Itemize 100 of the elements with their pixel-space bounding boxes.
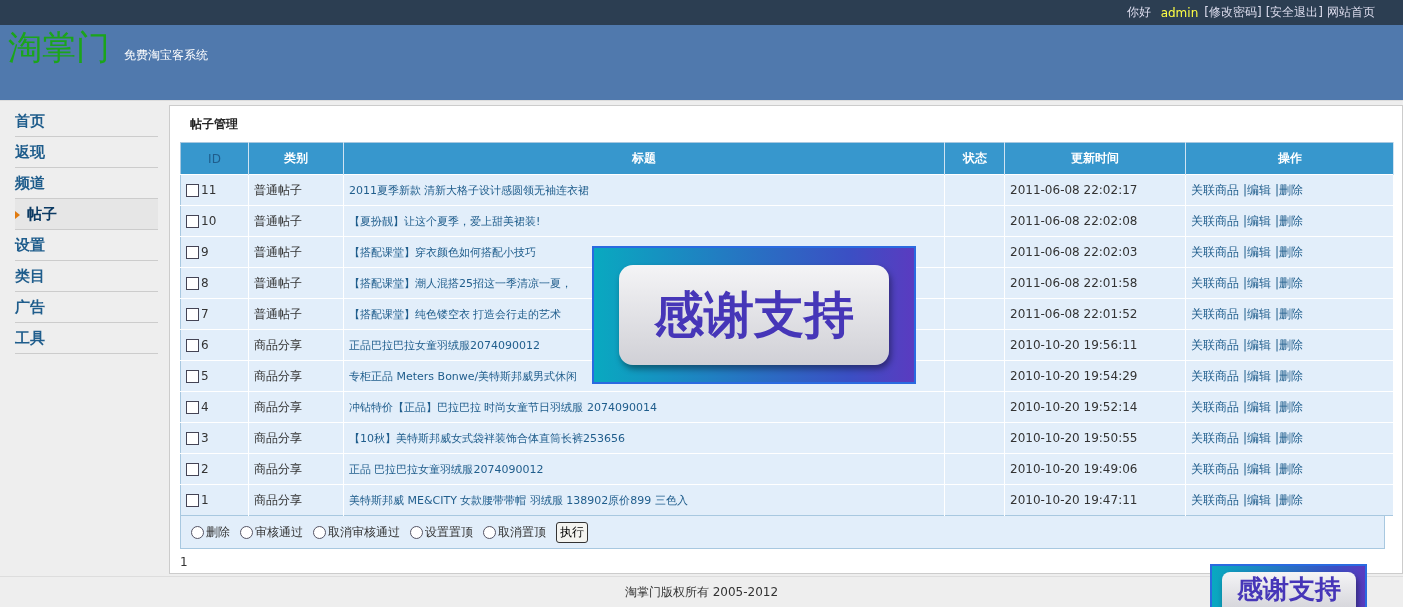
sidebar-item[interactable]: 返现: [15, 137, 158, 168]
action-link[interactable]: |删除: [1275, 182, 1304, 197]
radio-button[interactable]: [191, 525, 204, 539]
action-link[interactable]: 关联商品: [1191, 275, 1239, 290]
action-link[interactable]: |删除: [1275, 399, 1304, 414]
category-cell: 普通帖子: [248, 174, 344, 206]
action-link[interactable]: |删除: [1275, 275, 1304, 290]
action-link[interactable]: |编辑: [1243, 399, 1272, 414]
ad-banner[interactable]: 感谢支持: [1210, 564, 1367, 607]
action-link[interactable]: 关联商品: [1191, 461, 1239, 476]
id-cell: 4: [180, 391, 249, 423]
option-label: 取消审核通过: [328, 523, 400, 541]
title-link[interactable]: 【搭配课堂】潮人混搭25招这一季清凉一夏，: [349, 276, 572, 290]
row-checkbox[interactable]: [186, 494, 199, 507]
title-link[interactable]: 【搭配课堂】纯色镂空衣 打造会行走的艺术: [349, 307, 562, 321]
id-cell: 5: [180, 360, 249, 392]
batch-option[interactable]: 取消置顶: [483, 523, 546, 541]
top-link[interactable]: [安全退出]: [1265, 4, 1323, 21]
action-link[interactable]: 关联商品: [1191, 182, 1239, 197]
option-label: 设置置顶: [425, 523, 473, 541]
row-checkbox[interactable]: [186, 215, 199, 228]
id-cell: 2: [180, 453, 249, 485]
action-link[interactable]: |编辑: [1243, 306, 1272, 321]
top-link[interactable]: [修改密码]: [1204, 4, 1262, 21]
copyright-text: 淘掌门版权所有 2005-2012: [624, 583, 779, 601]
action-link[interactable]: |编辑: [1243, 182, 1272, 197]
option-label: 审核通过: [255, 523, 303, 541]
radio-button[interactable]: [313, 525, 326, 539]
title-link[interactable]: 【夏扮靓】让这个夏季，爱上甜美裙装!: [349, 214, 541, 228]
sidebar-item[interactable]: 广告: [15, 292, 158, 323]
action-link[interactable]: 关联商品: [1191, 368, 1239, 383]
batch-option[interactable]: 设置置顶: [410, 523, 473, 541]
action-link[interactable]: |删除: [1275, 461, 1304, 476]
row-checkbox[interactable]: [186, 308, 199, 321]
sidebar-item[interactable]: 首页: [15, 106, 158, 137]
column-header: 类别: [248, 142, 344, 175]
radio-button[interactable]: [240, 525, 253, 539]
time-cell: 2010-10-20 19:49:06: [1004, 453, 1186, 485]
action-link[interactable]: 关联商品: [1191, 213, 1239, 228]
execute-button[interactable]: 执行: [556, 521, 588, 543]
option-label: 删除: [206, 523, 230, 541]
time-cell: 2010-10-20 19:54:29: [1004, 360, 1186, 392]
action-link[interactable]: |编辑: [1243, 492, 1272, 507]
title-link[interactable]: 2011夏季新款 清新大格子设计感圆领无袖连衣裙: [349, 183, 590, 197]
action-link[interactable]: 关联商品: [1191, 399, 1239, 414]
action-link[interactable]: |编辑: [1243, 275, 1272, 290]
row-checkbox[interactable]: [186, 277, 199, 290]
title-link[interactable]: 专柜正品 Meters Bonwe/美特斯邦威男式休闲: [349, 369, 578, 383]
id-cell: 1: [180, 484, 249, 516]
top-link[interactable]: 网站首页: [1327, 4, 1375, 21]
action-link[interactable]: |删除: [1275, 213, 1304, 228]
option-label: 取消置顶: [498, 523, 546, 541]
ad-banner[interactable]: 感谢支持: [592, 246, 916, 384]
column-header: 操作: [1185, 142, 1394, 175]
sidebar-item[interactable]: 帖子: [15, 199, 158, 230]
action-link[interactable]: |删除: [1275, 337, 1304, 352]
action-link[interactable]: 关联商品: [1191, 430, 1239, 445]
row-checkbox[interactable]: [186, 370, 199, 383]
radio-button[interactable]: [410, 525, 423, 539]
id-cell: 10: [180, 205, 249, 237]
category-cell: 商品分享: [248, 484, 344, 516]
batch-option[interactable]: 取消审核通过: [313, 523, 400, 541]
action-link[interactable]: 关联商品: [1191, 306, 1239, 321]
page-number[interactable]: 1: [180, 555, 188, 569]
row-checkbox[interactable]: [186, 463, 199, 476]
radio-button[interactable]: [483, 525, 496, 539]
action-link[interactable]: 关联商品: [1191, 492, 1239, 507]
action-link[interactable]: |删除: [1275, 244, 1304, 259]
row-checkbox[interactable]: [186, 339, 199, 352]
action-link[interactable]: |删除: [1275, 306, 1304, 321]
banner-text: 感谢支持: [1221, 572, 1356, 607]
action-link[interactable]: |编辑: [1243, 213, 1272, 228]
action-link[interactable]: |编辑: [1243, 461, 1272, 476]
action-link[interactable]: 关联商品: [1191, 244, 1239, 259]
action-link[interactable]: |删除: [1275, 368, 1304, 383]
row-checkbox[interactable]: [186, 246, 199, 259]
row-checkbox[interactable]: [186, 184, 199, 197]
batch-option[interactable]: 删除: [191, 523, 230, 541]
action-link[interactable]: |编辑: [1243, 337, 1272, 352]
time-cell: 2011-06-08 22:02:17: [1004, 174, 1186, 206]
column-header: 状态: [944, 142, 1005, 175]
batch-option[interactable]: 审核通过: [240, 523, 303, 541]
action-link[interactable]: 关联商品: [1191, 337, 1239, 352]
action-link[interactable]: |编辑: [1243, 430, 1272, 445]
panel-title: 帖子管理: [189, 116, 239, 133]
title-link[interactable]: 正品 巴拉巴拉女童羽绒服2074090012: [349, 462, 544, 476]
row-checkbox[interactable]: [186, 401, 199, 414]
action-link[interactable]: |删除: [1275, 430, 1304, 445]
action-link[interactable]: |删除: [1275, 492, 1304, 507]
row-checkbox[interactable]: [186, 432, 199, 445]
action-link[interactable]: |编辑: [1243, 368, 1272, 383]
sidebar-item[interactable]: 类目: [15, 261, 158, 292]
category-cell: 商品分享: [248, 329, 344, 361]
time-cell: 2011-06-08 22:02:03: [1004, 236, 1186, 268]
time-cell: 2010-10-20 19:52:14: [1004, 391, 1186, 423]
sidebar-item[interactable]: 设置: [15, 230, 158, 261]
title-link[interactable]: 【搭配课堂】穿衣颜色如何搭配小技巧: [349, 245, 536, 259]
action-link[interactable]: |编辑: [1243, 244, 1272, 259]
title-link[interactable]: 正品巴拉巴拉女童羽绒服2074090012: [349, 338, 540, 352]
sidebar-item[interactable]: 工具: [15, 323, 158, 354]
